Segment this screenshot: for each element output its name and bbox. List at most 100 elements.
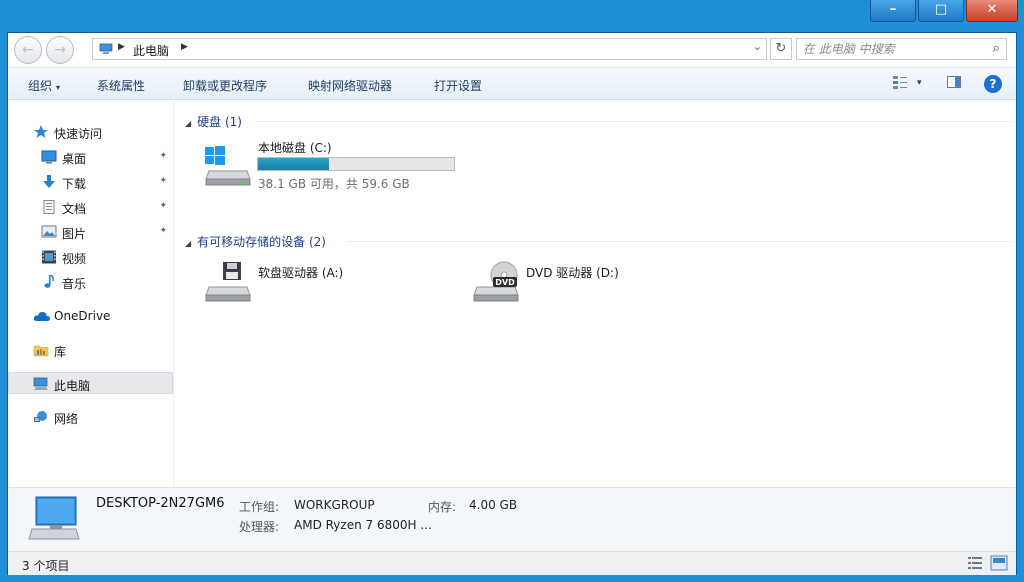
sidebar-item-label: 文档 [62,202,87,216]
preview-pane-icon [947,76,961,88]
sidebar-item-documents[interactable]: 文档 ✦ [8,196,173,218]
item-count: 3 个项目 [22,559,70,573]
drive-d[interactable]: DVD DVD 驱动器 (D:) [465,257,715,307]
map-network-drive-button[interactable]: 映射网络驱动器 [308,77,392,94]
help-button[interactable]: ? [984,75,1002,93]
sidebar-item-onedrive[interactable]: OneDrive [8,305,173,327]
drive-usage-bar [257,157,455,171]
sidebar-item-desktop[interactable]: 桌面 ✦ [8,146,173,168]
title-bar[interactable]: – □ ✕ [0,0,1024,32]
back-button[interactable]: ← [14,36,42,64]
drive-name: DVD 驱动器 (D:) [526,266,619,280]
picture-icon [41,225,57,238]
file-view: ◢ 硬盘 (1) 本地磁盘 (C:) 38.1 GB 可用，共 59.6 GB [175,101,1016,487]
preview-pane-button[interactable] [946,74,962,93]
open-settings-button[interactable]: 打开设置 [434,77,482,94]
sidebar-item-this-pc[interactable]: 此电脑 [8,372,173,394]
collapse-icon: ◢ [185,119,192,128]
address-bar[interactable]: ▶ 此电脑 ▶ ⌄ [92,38,767,60]
computer-icon [33,377,48,390]
sidebar-item-downloads[interactable]: 下载 ✦ [8,171,173,193]
drive-name: 软盘驱动器 (A:) [258,266,344,280]
memory-value: 4.00 GB [469,498,518,512]
sidebar-item-network[interactable]: 网络 [8,406,173,428]
collapse-icon: ◢ [185,239,192,248]
sidebar-item-label: 下载 [62,177,87,191]
sidebar-item-quick-access[interactable]: 快速访问 [8,121,173,143]
group-header-hard-disks[interactable]: ◢ 硬盘 (1) [185,113,242,130]
breadcrumb-separator-icon[interactable]: ▶ [118,42,125,52]
close-button[interactable]: ✕ [966,0,1018,22]
video-icon [42,250,56,264]
navigation-pane: 快速访问 桌面 ✦ 下载 ✦ 文档 ✦ 图片 ✦ 视频 音乐 OneDrive … [8,101,174,487]
sidebar-item-label: 音乐 [62,277,87,291]
drive-usage-fill [258,158,329,170]
sidebar-item-label: 库 [54,345,67,359]
search-input[interactable] [803,41,973,57]
network-icon [34,411,47,422]
pin-icon[interactable]: ✦ [159,226,167,236]
pin-icon[interactable]: ✦ [159,201,167,211]
drive-c[interactable]: 本地磁盘 (C:) 38.1 GB 可用，共 59.6 GB [197,137,457,193]
pin-icon[interactable]: ✦ [159,151,167,161]
back-arrow-icon: ← [22,42,34,58]
computer-name: DESKTOP-2N27GM6 [96,496,225,511]
window-controls: – □ ✕ [868,0,1018,26]
group-header-removable[interactable]: ◢ 有可移动存储的设备 (2) [185,233,326,250]
forward-button[interactable]: → [46,36,74,64]
sidebar-item-label: 桌面 [62,152,87,166]
breadcrumb-expand-icon[interactable]: ▶ [181,42,188,52]
view-options-icon [893,76,907,89]
pin-icon[interactable]: ✦ [159,176,167,186]
maximize-icon: □ [934,2,948,17]
large-icons-view-icon[interactable] [990,555,1008,571]
memory-label: 内存: [428,500,457,514]
drive-usage-text: 38.1 GB 可用，共 59.6 GB [258,177,410,191]
address-dropdown-icon[interactable]: ⌄ [753,40,762,53]
search-icon[interactable]: ⌕ [993,41,1000,56]
view-dropdown-icon[interactable]: ▾ [917,78,922,88]
minimize-icon: – [889,2,897,17]
dvd-badge-text: DVD [495,278,515,287]
uninstall-programs-button[interactable]: 卸载或更改程序 [183,77,267,94]
computer-icon [99,43,113,54]
processor-label: 处理器: [239,520,280,534]
windows-drive-icon [205,146,251,186]
group-header-label: 有可移动存储的设备 (2) [197,235,326,249]
organize-menu[interactable]: 组织 ▾ [28,77,60,94]
star-icon [34,125,48,138]
forward-arrow-icon: → [54,42,66,58]
processor-value: AMD Ryzen 7 6800H ... [294,518,432,532]
sidebar-item-label: 网络 [54,412,79,426]
status-bar: 3 个项目 [8,551,1016,575]
details-view-icon[interactable] [966,555,984,571]
workgroup-label: 工作组: [239,500,280,514]
floppy-drive-icon [205,262,251,302]
sidebar-item-music[interactable]: 音乐 [8,271,173,293]
refresh-button[interactable]: ↻ [770,38,792,60]
group-divider [255,121,1011,122]
breadcrumb-this-pc[interactable]: 此电脑 [133,42,169,59]
change-view-button[interactable] [892,74,908,93]
library-folder-icon [33,345,49,357]
group-divider [347,241,1011,242]
sidebar-item-label: OneDrive [54,309,111,323]
computer-large-icon [28,496,80,540]
maximize-button[interactable]: □ [918,0,964,22]
sidebar-item-videos[interactable]: 视频 [8,246,173,268]
sidebar-item-libraries[interactable]: 库 [8,339,173,361]
drive-a[interactable]: 软盘驱动器 (A:) [197,257,447,307]
workgroup-value: WORKGROUP [294,498,375,512]
cloud-icon [33,311,51,321]
explorer-window: – □ ✕ ← → ▶ 此电脑 ▶ ⌄ ↻ 在 此电脑 中搜索 ⌕ 组织 ▾ 系… [0,0,1024,582]
group-header-label: 硬盘 (1) [197,115,242,129]
download-icon [43,175,55,188]
sidebar-item-pictures[interactable]: 图片 ✦ [8,221,173,243]
details-pane: DESKTOP-2N27GM6 工作组: WORKGROUP 内存: 4.00 … [8,487,1016,551]
system-properties-button[interactable]: 系统属性 [97,77,145,94]
chevron-down-icon: ▾ [56,83,61,92]
document-icon [43,200,55,214]
explorer-client: ← → ▶ 此电脑 ▶ ⌄ ↻ ⌕ 组织▾ [7,32,1017,575]
drive-name: 本地磁盘 (C:) [258,141,332,155]
minimize-button[interactable]: – [870,0,916,22]
